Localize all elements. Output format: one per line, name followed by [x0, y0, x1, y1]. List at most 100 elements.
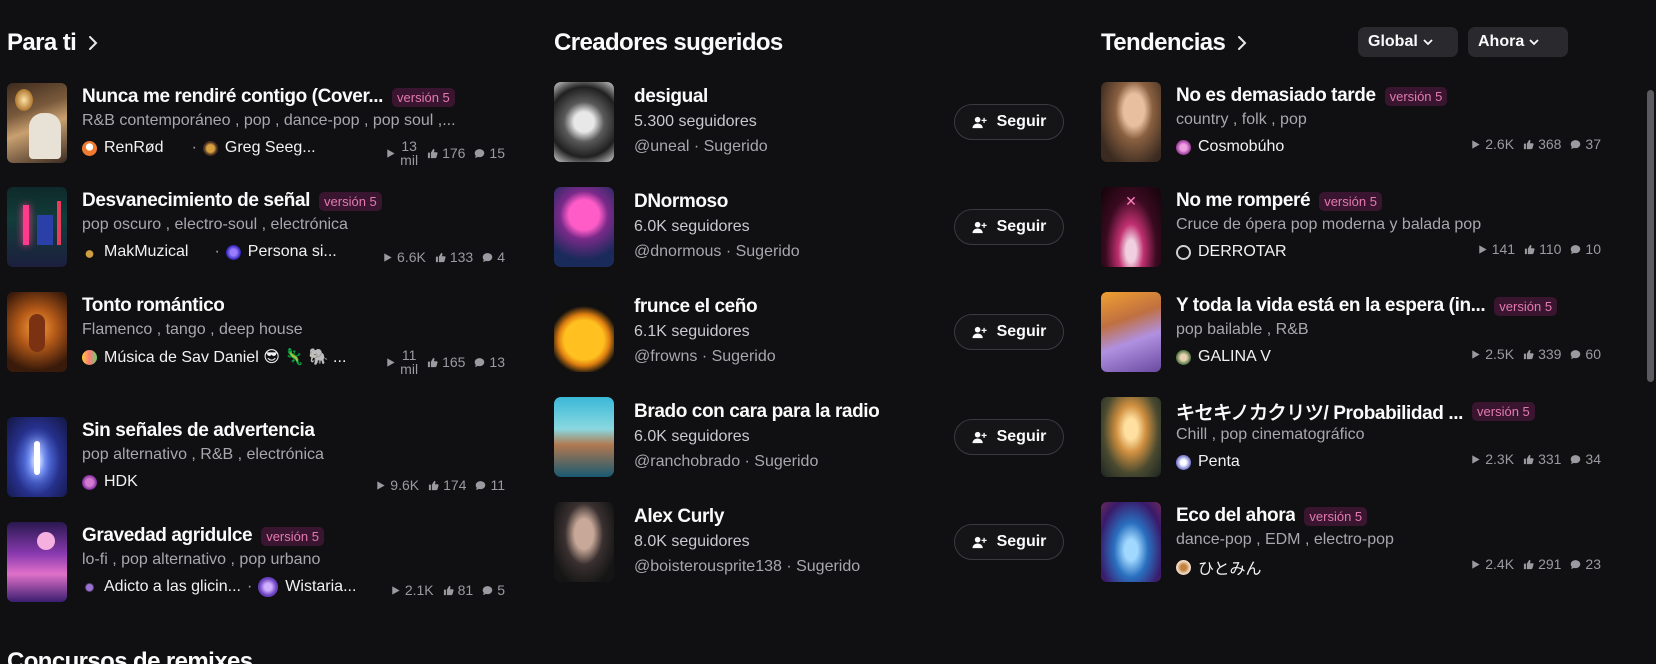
for-you-title[interactable]: Para ti: [7, 29, 77, 57]
artist-avatar[interactable]: [82, 349, 97, 365]
comment-icon[interactable]: [1570, 139, 1581, 150]
likes-stat[interactable]: 165: [427, 354, 465, 370]
comments-stat[interactable]: 60: [1570, 346, 1601, 362]
song-cover[interactable]: ✕: [1101, 187, 1161, 267]
song-title[interactable]: Desvanecimiento de señal: [82, 190, 310, 212]
artist-name[interactable]: HDK: [104, 473, 138, 491]
creator-card[interactable]: frunce el ceño 6.1K seguidores @frowns ·…: [554, 292, 1064, 376]
scrollbar-thumb[interactable]: [1647, 90, 1654, 382]
artist-name[interactable]: Persona si...: [248, 243, 337, 261]
song-card[interactable]: Sin señales de advertencia pop alternati…: [7, 417, 505, 497]
comment-icon[interactable]: [475, 480, 486, 491]
song-title[interactable]: Sin señales de advertencia: [82, 420, 315, 442]
creator-handle[interactable]: @uneal · Sugerido: [634, 134, 768, 160]
creator-card[interactable]: desigual 5.300 seguidores @uneal · Suger…: [554, 82, 1064, 166]
song-cover[interactable]: [7, 187, 67, 267]
song-cover[interactable]: [7, 417, 67, 497]
follow-button[interactable]: Seguir: [954, 524, 1064, 560]
comment-icon[interactable]: [474, 357, 485, 368]
creator-avatar[interactable]: [554, 187, 614, 267]
trending-song-card[interactable]: Y toda la vida está en la espera (in... …: [1101, 292, 1601, 372]
creator-name[interactable]: Brado con cara para la radio: [634, 399, 880, 425]
artist-name[interactable]: Adicto a las glicin...: [104, 578, 241, 596]
trending-song-card[interactable]: No es demasiado tarde versión 5 country …: [1101, 82, 1601, 162]
likes-stat[interactable]: 174: [428, 477, 466, 493]
trending-header[interactable]: Tendencias: [1101, 28, 1251, 58]
creator-handle[interactable]: @ranchobrado · Sugerido: [634, 449, 879, 475]
creator-card[interactable]: Brado con cara para la radio 6.0K seguid…: [554, 397, 1064, 481]
artist-name[interactable]: GALINA V: [1198, 348, 1271, 366]
comments-stat[interactable]: 23: [1570, 556, 1601, 572]
song-title[interactable]: Y toda la vida está en la espera (in...: [1176, 295, 1485, 317]
creator-name[interactable]: DNormoso: [634, 189, 800, 215]
likes-stat[interactable]: 339: [1523, 346, 1561, 362]
artist-avatar[interactable]: [202, 140, 218, 156]
comment-icon[interactable]: [482, 252, 493, 263]
song-cover[interactable]: [7, 522, 67, 602]
song-card[interactable]: Tonto romántico Flamenco , tango , deep …: [7, 292, 505, 376]
likes-stat[interactable]: 331: [1523, 451, 1561, 467]
artist-avatar[interactable]: [1176, 454, 1191, 470]
song-cover[interactable]: [7, 83, 67, 163]
song-cover[interactable]: [1101, 292, 1161, 372]
creator-card[interactable]: Alex Curly 8.0K seguidores @boisterouspr…: [554, 502, 1064, 586]
artist-name[interactable]: MakMuzical: [104, 243, 188, 261]
thumbs-up-icon[interactable]: [428, 480, 439, 491]
artist-name[interactable]: Penta: [1198, 453, 1240, 471]
artist-avatar[interactable]: [1176, 139, 1191, 155]
creator-handle[interactable]: @frowns · Sugerido: [634, 344, 776, 370]
song-title[interactable]: キセキノカクリツ/ Probabilidad ...: [1176, 398, 1463, 425]
song-title[interactable]: Nunca me rendiré contigo (Cover...: [82, 86, 383, 108]
for-you-header[interactable]: Para ti: [7, 28, 102, 58]
artist-name[interactable]: ひとみん: [1198, 555, 1262, 579]
song-cover[interactable]: [1101, 397, 1161, 477]
comments-stat[interactable]: 5: [482, 582, 505, 598]
song-title[interactable]: No es demasiado tarde: [1176, 85, 1376, 107]
comments-stat[interactable]: 4: [482, 249, 505, 265]
likes-stat[interactable]: 110: [1524, 241, 1561, 257]
song-cover[interactable]: [1101, 502, 1161, 582]
artist-name[interactable]: Greg Seeg...: [225, 139, 316, 157]
artist-name[interactable]: Música de Sav Daniel 😎 🦎 🐘 ...: [104, 347, 346, 367]
chevron-right-icon[interactable]: [84, 34, 102, 52]
comments-stat[interactable]: 11: [475, 477, 505, 493]
comment-icon[interactable]: [1570, 349, 1581, 360]
artist-avatar[interactable]: [1176, 244, 1191, 260]
thumbs-up-icon[interactable]: [443, 585, 454, 596]
song-cover[interactable]: [1101, 82, 1161, 162]
song-title[interactable]: Gravedad agridulce: [82, 525, 252, 547]
trending-title[interactable]: Tendencias: [1101, 29, 1226, 57]
creator-name[interactable]: Alex Curly: [634, 504, 860, 530]
creator-handle[interactable]: @boisterousprite138 · Sugerido: [634, 554, 860, 580]
creator-handle[interactable]: @dnormous · Sugerido: [634, 239, 800, 265]
remix-contests-title[interactable]: Concursos de remixes: [7, 648, 253, 664]
song-card[interactable]: Gravedad agridulce versión 5 lo-fi , pop…: [7, 522, 505, 602]
region-dropdown[interactable]: Global: [1358, 27, 1458, 57]
thumbs-up-icon[interactable]: [1523, 559, 1534, 570]
trending-song-card[interactable]: Eco del ahora versión 5 dance-pop , EDM …: [1101, 502, 1601, 582]
time-dropdown[interactable]: Ahora: [1468, 27, 1568, 57]
creator-avatar[interactable]: [554, 502, 614, 582]
follow-button[interactable]: Seguir: [954, 314, 1064, 350]
comments-stat[interactable]: 37: [1570, 136, 1601, 152]
artist-name[interactable]: Wistaria...: [285, 578, 356, 596]
chevron-right-icon[interactable]: [1233, 34, 1251, 52]
creator-name[interactable]: frunce el ceño: [634, 294, 776, 320]
comments-stat[interactable]: 15: [474, 145, 505, 161]
artist-avatar[interactable]: [225, 244, 241, 260]
song-card[interactable]: Nunca me rendiré contigo (Cover... versi…: [7, 83, 505, 167]
thumbs-up-icon[interactable]: [435, 252, 446, 263]
artist-avatar[interactable]: [1176, 559, 1191, 575]
thumbs-up-icon[interactable]: [1523, 139, 1534, 150]
artist-name[interactable]: Cosmobúho: [1198, 138, 1284, 156]
comment-icon[interactable]: [1570, 454, 1581, 465]
likes-stat[interactable]: 368: [1523, 136, 1561, 152]
artist-avatar[interactable]: [82, 579, 97, 595]
thumbs-up-icon[interactable]: [1523, 349, 1534, 360]
artist-avatar[interactable]: [258, 577, 279, 597]
comment-icon[interactable]: [1570, 244, 1581, 255]
artist-avatar[interactable]: [1176, 349, 1191, 365]
creator-avatar[interactable]: [554, 82, 614, 162]
comments-stat[interactable]: 34: [1570, 451, 1601, 467]
thumbs-up-icon[interactable]: [427, 148, 438, 159]
